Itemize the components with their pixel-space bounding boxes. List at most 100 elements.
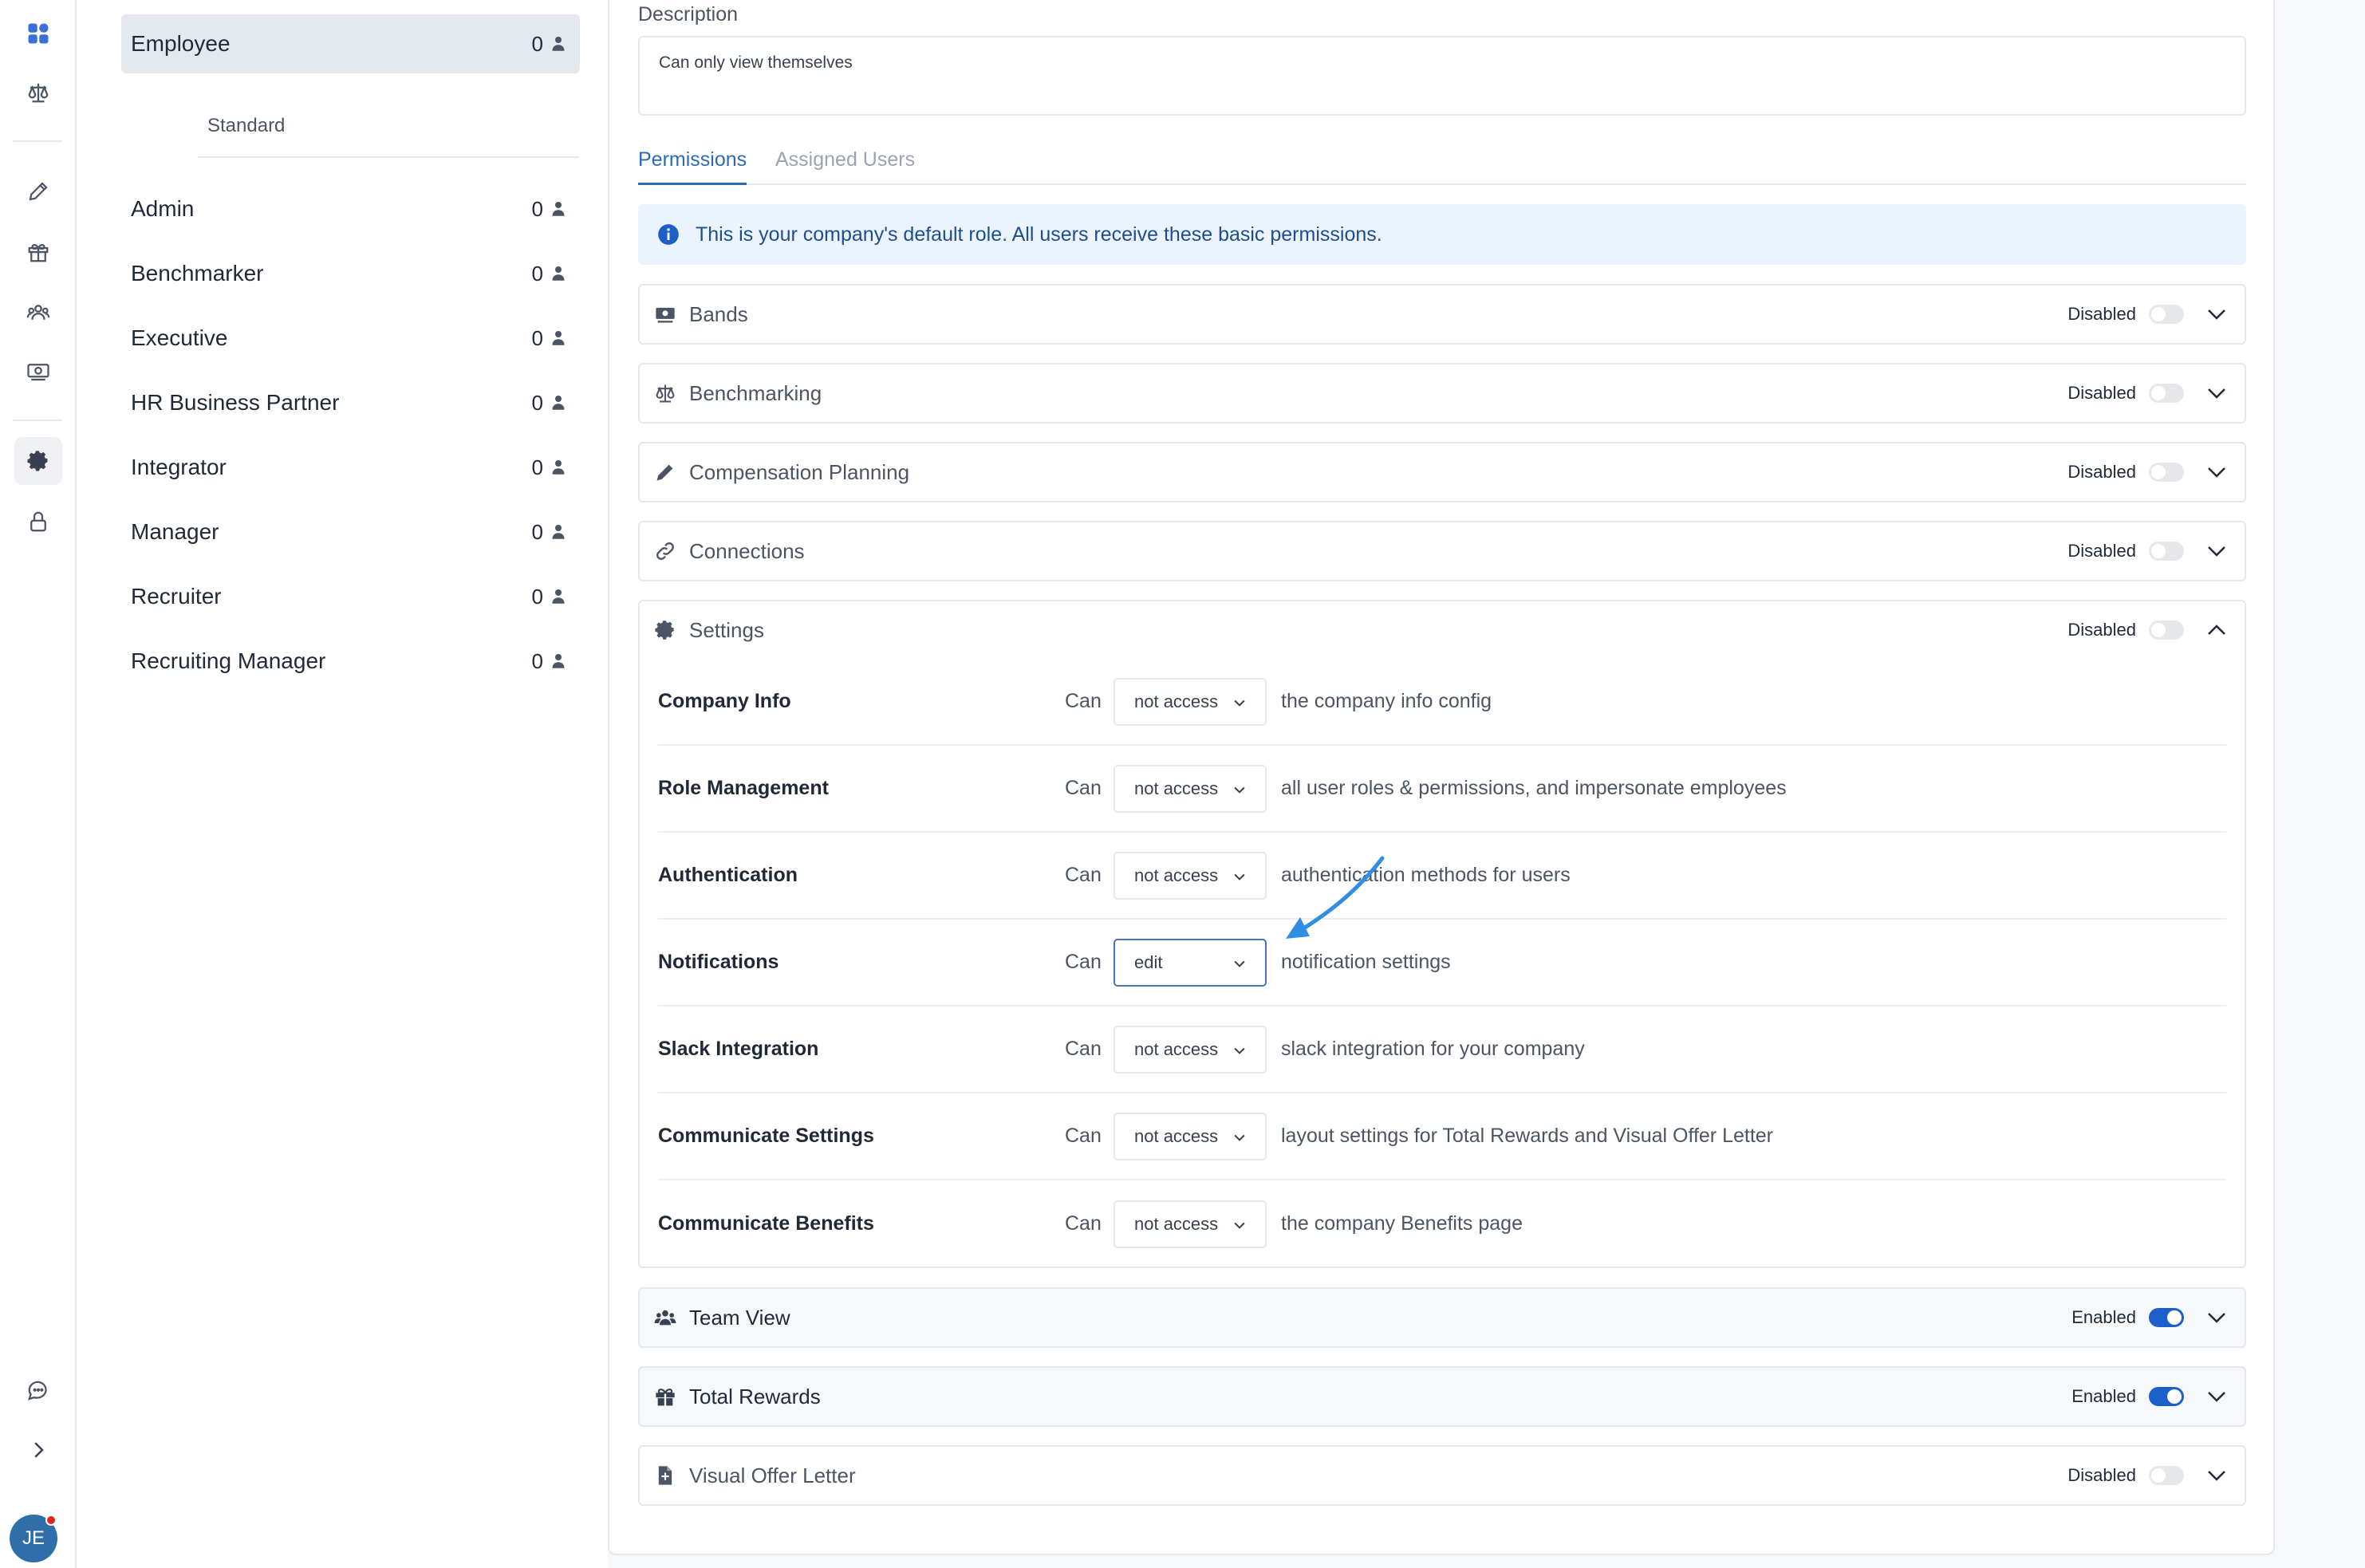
section-settings[interactable]: Settings Disabled xyxy=(638,600,2246,660)
chevron-down-icon xyxy=(1234,1047,1245,1054)
gear-icon xyxy=(654,619,676,641)
section-team-view[interactable]: Team View Enabled xyxy=(638,1287,2246,1348)
role-count: 0 xyxy=(531,325,543,350)
person-icon xyxy=(551,36,566,52)
chevron-down-icon[interactable] xyxy=(2205,302,2229,326)
permission-level-select[interactable]: not access xyxy=(1114,764,1267,813)
permission-name: Company Info xyxy=(658,690,791,712)
dashboard-icon[interactable] xyxy=(14,10,62,57)
team-icon[interactable] xyxy=(14,289,62,337)
permission-level-select[interactable]: not access xyxy=(1114,1025,1267,1074)
scale-icon[interactable] xyxy=(14,69,62,116)
role-count: 0 xyxy=(531,584,543,609)
permission-name: Role Management xyxy=(658,777,829,799)
permission-name: Slack Integration xyxy=(658,1038,819,1060)
role-name: Recruiting Manager xyxy=(131,648,326,673)
section-title: Settings xyxy=(689,617,764,642)
chevron-down-icon[interactable] xyxy=(2205,1464,2229,1487)
gear-icon[interactable] xyxy=(14,437,62,485)
pencil-icon[interactable] xyxy=(14,167,62,215)
permission-level-value: not access xyxy=(1134,865,1219,885)
chevron-up-icon[interactable] xyxy=(2205,618,2229,642)
role-item-admin[interactable]: Admin 0 xyxy=(121,179,580,238)
section-toggle[interactable] xyxy=(2149,1387,2184,1406)
section-toggle[interactable] xyxy=(2149,542,2184,561)
description-label: Description xyxy=(638,3,739,26)
tab-permissions[interactable]: Permissions xyxy=(638,148,747,185)
permission-name: Communicate Settings xyxy=(658,1125,874,1147)
chevron-down-icon[interactable] xyxy=(2205,1385,2229,1408)
chevron-down-icon[interactable] xyxy=(2205,1306,2229,1330)
role-item-executive[interactable]: Executive 0 xyxy=(121,309,580,368)
gift-icon[interactable] xyxy=(14,228,62,276)
permission-level-value: not access xyxy=(1134,778,1219,798)
section-divider xyxy=(198,156,579,158)
section-title: Total Rewards xyxy=(689,1384,821,1408)
person-icon xyxy=(551,524,566,540)
money-icon xyxy=(654,303,676,325)
chevron-down-icon[interactable] xyxy=(2205,539,2229,563)
money-icon[interactable] xyxy=(14,348,62,396)
role-name: Recruiter xyxy=(131,584,222,609)
permission-description: the company info config xyxy=(1281,690,1492,712)
section-toggle[interactable] xyxy=(2149,384,2184,403)
role-count: 0 xyxy=(531,261,543,286)
chevron-down-icon[interactable] xyxy=(2205,381,2229,405)
permission-level-select[interactable]: not access xyxy=(1114,851,1267,900)
person-icon xyxy=(551,589,566,605)
chevron-right-icon[interactable] xyxy=(14,1426,62,1474)
section-benchmarking[interactable]: Benchmarking Disabled xyxy=(638,363,2246,424)
person-icon xyxy=(551,201,566,217)
lock-icon[interactable] xyxy=(14,498,62,546)
permission-level-select[interactable]: not access xyxy=(1114,1200,1267,1248)
chevron-down-icon xyxy=(1234,873,1245,881)
role-item-hr-business-partner[interactable]: HR Business Partner 0 xyxy=(121,373,580,432)
role-count: 0 xyxy=(531,648,543,673)
role-count: 0 xyxy=(531,390,543,415)
chevron-down-icon xyxy=(1234,786,1245,794)
permission-level-value: edit xyxy=(1134,951,1163,972)
section-toggle[interactable] xyxy=(2149,1308,2184,1327)
section-toggle[interactable] xyxy=(2149,463,2184,482)
chat-icon[interactable] xyxy=(14,1367,62,1415)
permission-row-slack-integration: Slack Integration Can not access slack i… xyxy=(658,1007,2226,1093)
section-bands[interactable]: Bands Disabled xyxy=(638,284,2246,345)
role-item-benchmarker[interactable]: Benchmarker 0 xyxy=(121,244,580,303)
section-total-rewards[interactable]: Total Rewards Enabled xyxy=(638,1366,2246,1427)
role-count: 0 xyxy=(531,196,543,221)
section-toggle[interactable] xyxy=(2149,621,2184,640)
tab-assigned-users[interactable]: Assigned Users xyxy=(775,148,915,185)
role-name: Manager xyxy=(131,519,219,544)
description-field[interactable]: Can only view themselves xyxy=(638,36,2246,116)
section-toggle[interactable] xyxy=(2149,1466,2184,1485)
section-title: Team View xyxy=(689,1305,790,1330)
section-title: Connections xyxy=(689,538,805,563)
notification-dot xyxy=(45,1515,57,1526)
role-name: HR Business Partner xyxy=(131,390,340,415)
section-toggle[interactable] xyxy=(2149,305,2184,324)
role-name: Executive xyxy=(131,325,228,350)
person-icon xyxy=(551,266,566,282)
section-visual-offer-letter[interactable]: Visual Offer Letter Disabled xyxy=(638,1445,2246,1506)
section-status: Disabled xyxy=(2067,304,2136,324)
role-item-recruiting-manager[interactable]: Recruiting Manager 0 xyxy=(121,632,580,691)
permission-name: Authentication xyxy=(658,864,798,886)
team-icon xyxy=(654,1306,676,1329)
role-item-integrator[interactable]: Integrator 0 xyxy=(121,438,580,497)
role-item-recruiter[interactable]: Recruiter 0 xyxy=(121,567,580,626)
section-connections[interactable]: Connections Disabled xyxy=(638,521,2246,581)
permission-level-select[interactable]: not access xyxy=(1114,1112,1267,1160)
permission-row-notifications: Notifications Can edit notification sett… xyxy=(658,920,2226,1007)
role-item-manager[interactable]: Manager 0 xyxy=(121,502,580,561)
section-status: Disabled xyxy=(2067,462,2136,482)
section-compensation-planning[interactable]: Compensation Planning Disabled xyxy=(638,442,2246,502)
chevron-down-icon xyxy=(1234,699,1245,707)
section-status: Disabled xyxy=(2067,620,2136,640)
role-item-employee[interactable]: Employee 0 xyxy=(121,14,580,73)
permission-can: Can xyxy=(1065,864,1102,886)
section-status: Enabled xyxy=(2071,1307,2136,1327)
permission-level-select[interactable]: edit xyxy=(1114,938,1267,987)
permission-level-select[interactable]: not access xyxy=(1114,677,1267,726)
section-title: Bands xyxy=(689,301,748,326)
chevron-down-icon[interactable] xyxy=(2205,460,2229,484)
